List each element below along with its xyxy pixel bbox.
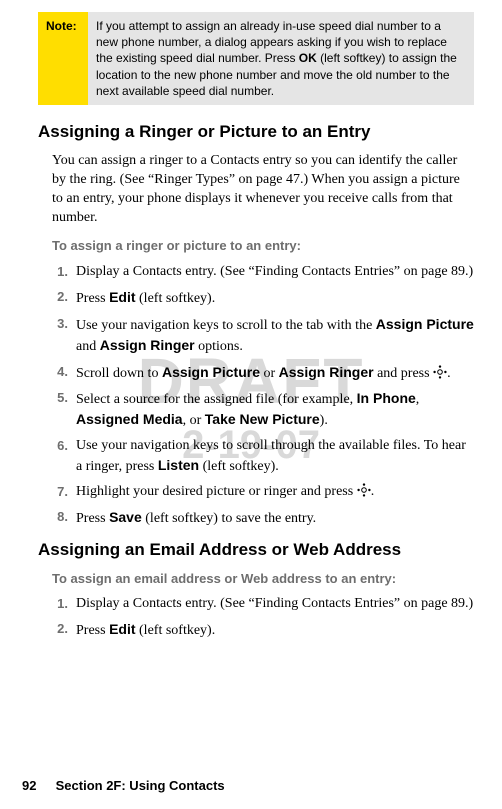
bold-text: Save <box>109 509 142 525</box>
step-4: 4. Scroll down to Assign Picture or Assi… <box>52 363 474 384</box>
step-1: 1. Display a Contacts entry. (See “Findi… <box>52 263 474 282</box>
bold-text: Listen <box>158 457 199 473</box>
step-number: 5. <box>52 389 76 431</box>
bold-text: Assigned Media <box>76 411 183 427</box>
step-number: 6. <box>52 437 76 477</box>
text: , <box>416 392 420 407</box>
step-body: Use your navigation keys to scroll to th… <box>76 315 474 357</box>
text: Select a source for the assigned file (f… <box>76 392 357 407</box>
heading-ringer-picture: Assigning a Ringer or Picture to an Entr… <box>38 121 474 144</box>
text: . <box>371 484 375 499</box>
page-footer: 92 Section 2F: Using Contacts <box>0 777 502 795</box>
step-number: 4. <box>52 363 76 384</box>
text: ). <box>320 413 328 428</box>
subhead-ringer-picture: To assign a ringer or picture to an entr… <box>52 237 474 255</box>
step-1: 1. Display a Contacts entry. (See “Findi… <box>52 595 474 614</box>
step-body: Display a Contacts entry. (See “Finding … <box>76 595 474 614</box>
intro-paragraph: You can assign a ringer to a Contacts en… <box>52 152 474 228</box>
text: Use your navigation keys to scroll to th… <box>76 318 376 333</box>
text: or <box>260 366 279 381</box>
note-ok: OK <box>299 51 317 65</box>
step-body: Press Save (left softkey) to save the en… <box>76 508 474 529</box>
text: (left softkey). <box>136 291 216 306</box>
steps-email-web: 1. Display a Contacts entry. (See “Findi… <box>52 595 474 641</box>
text: Press <box>76 291 109 306</box>
step-number: 8. <box>52 508 76 529</box>
step-2: 2. Press Edit (left softkey). <box>52 288 474 309</box>
step-number: 2. <box>52 620 76 641</box>
nav-key-icon <box>357 483 371 497</box>
step-body: Use your navigation keys to scroll throu… <box>76 437 474 477</box>
step-8: 8. Press Save (left softkey) to save the… <box>52 508 474 529</box>
page-number: 92 <box>22 777 52 795</box>
note-label: Note: <box>38 12 88 105</box>
bold-text: In Phone <box>357 390 416 406</box>
step-body: Scroll down to Assign Picture or Assign … <box>76 363 474 384</box>
footer-section: Section 2F: Using Contacts <box>56 778 225 793</box>
bold-text: Assign Ringer <box>279 364 374 380</box>
step-body: Highlight your desired picture or ringer… <box>76 483 474 502</box>
step-2: 2. Press Edit (left softkey). <box>52 620 474 641</box>
note-body: If you attempt to assign an already in-u… <box>88 12 474 105</box>
step-3: 3. Use your navigation keys to scroll to… <box>52 315 474 357</box>
step-number: 1. <box>52 263 76 282</box>
nav-key-icon <box>433 365 447 379</box>
step-body: Press Edit (left softkey). <box>76 620 474 641</box>
bold-text: Assign Picture <box>162 364 260 380</box>
subhead-email-web: To assign an email address or Web addres… <box>52 570 474 588</box>
step-5: 5. Select a source for the assigned file… <box>52 389 474 431</box>
text: Highlight your desired picture or ringer… <box>76 484 357 499</box>
step-body: Press Edit (left softkey). <box>76 288 474 309</box>
text: and <box>76 339 100 354</box>
text: Press <box>76 623 109 638</box>
text: (left softkey). <box>136 623 216 638</box>
step-body: Select a source for the assigned file (f… <box>76 389 474 431</box>
text: and press <box>374 366 434 381</box>
bold-text: Take New Picture <box>205 411 320 427</box>
text: . <box>447 366 451 381</box>
bold-text: Assign Ringer <box>100 337 195 353</box>
text: (left softkey). <box>199 459 279 474</box>
note-box: Note: If you attempt to assign an alread… <box>38 12 474 105</box>
step-number: 7. <box>52 483 76 502</box>
step-body: Display a Contacts entry. (See “Finding … <box>76 263 474 282</box>
text: options. <box>195 339 243 354</box>
step-7: 7. Highlight your desired picture or rin… <box>52 483 474 502</box>
step-number: 3. <box>52 315 76 357</box>
step-number: 2. <box>52 288 76 309</box>
text: (left softkey) to save the entry. <box>142 511 316 526</box>
bold-text: Assign Picture <box>376 316 474 332</box>
bold-text: Edit <box>109 621 135 637</box>
text: Press <box>76 511 109 526</box>
text: Scroll down to <box>76 366 162 381</box>
heading-email-web: Assigning an Email Address or Web Addres… <box>38 539 474 562</box>
steps-ringer-picture: 1. Display a Contacts entry. (See “Findi… <box>52 263 474 529</box>
text: , or <box>183 413 205 428</box>
bold-text: Edit <box>109 289 135 305</box>
step-6: 6. Use your navigation keys to scroll th… <box>52 437 474 477</box>
step-number: 1. <box>52 595 76 614</box>
